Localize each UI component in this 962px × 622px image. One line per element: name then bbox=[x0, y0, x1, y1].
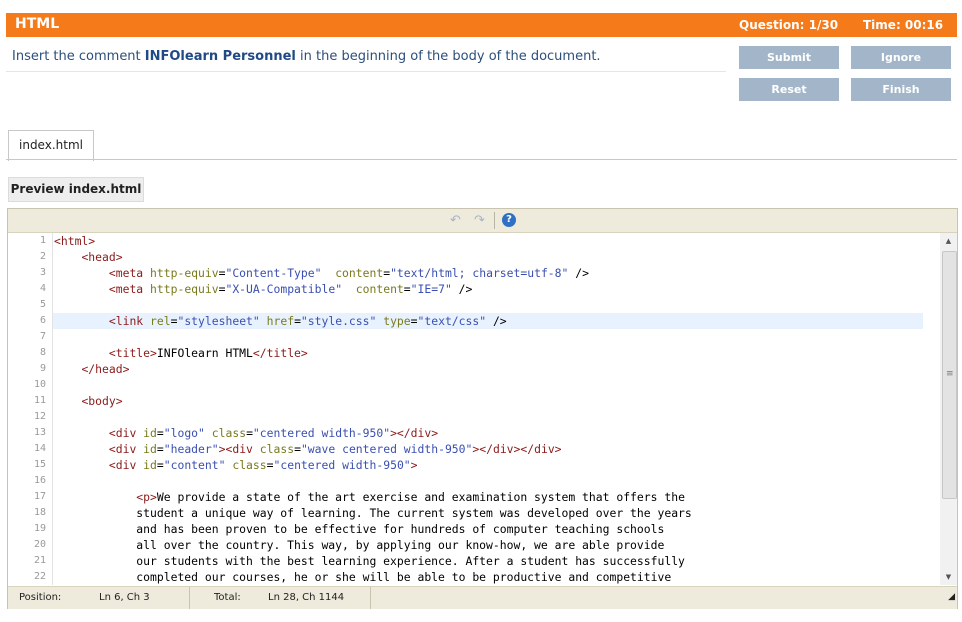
line-number: 9 bbox=[39, 363, 46, 374]
total-label: Total: bbox=[214, 592, 241, 603]
toolbar-separator bbox=[494, 212, 495, 229]
code-line[interactable] bbox=[53, 473, 938, 489]
code-editor: ↶ ↷ ? 1 2 3 4 5 6 7 8 9 10 11 12 13 14 15 16 17 18 19 20 21 2… bbox=[7, 208, 958, 609]
code-line[interactable]: our students with the best learning expe… bbox=[53, 553, 938, 569]
finish-button[interactable]: Finish bbox=[851, 78, 951, 101]
divider bbox=[6, 71, 726, 72]
position-label: Position: bbox=[19, 592, 62, 603]
scroll-down-icon[interactable]: ▼ bbox=[940, 569, 957, 585]
grip-icon: ≡ bbox=[946, 369, 954, 379]
line-number: 8 bbox=[39, 347, 46, 358]
preview-button[interactable]: Preview index.html bbox=[8, 177, 144, 202]
line-number: 19 bbox=[33, 523, 46, 534]
line-number: 10 bbox=[33, 379, 46, 390]
status-bar: Position: Ln 6, Ch 3 Total: Ln 28, Ch 11… bbox=[8, 586, 957, 609]
line-number: 17 bbox=[33, 491, 46, 502]
code-line[interactable]: <div id="content" class="centered width-… bbox=[53, 457, 938, 473]
code-line[interactable] bbox=[53, 297, 938, 313]
code-area[interactable]: 1 2 3 4 5 6 7 8 9 10 11 12 13 14 15 16 17 18 19 20 21 22 <htm… bbox=[8, 233, 938, 585]
line-number: 5 bbox=[39, 299, 46, 310]
code-line[interactable]: <div id="header"><div class="wave center… bbox=[53, 441, 938, 457]
code-line[interactable]: <meta http-equiv="X-UA-Compatible" conte… bbox=[53, 281, 938, 297]
line-number: 16 bbox=[33, 475, 46, 486]
line-number: 3 bbox=[39, 267, 46, 278]
instruction-prefix: Insert the comment bbox=[12, 49, 145, 64]
scroll-thumb[interactable]: ≡ bbox=[942, 251, 957, 499]
line-number-gutter: 1 2 3 4 5 6 7 8 9 10 11 12 13 14 15 16 17 18 19 20 21 22 bbox=[8, 233, 52, 585]
code-line[interactable] bbox=[53, 377, 938, 393]
position-value: Ln 6, Ch 3 bbox=[99, 592, 150, 603]
submit-button[interactable]: Submit bbox=[739, 46, 839, 69]
code-line[interactable]: all over the country. This way, by apply… bbox=[53, 537, 938, 553]
line-number: 12 bbox=[33, 411, 46, 422]
line-number: 7 bbox=[39, 331, 46, 342]
code-line[interactable] bbox=[53, 409, 938, 425]
code-line[interactable] bbox=[53, 329, 938, 345]
tab-index-html[interactable]: index.html bbox=[8, 130, 94, 161]
code-line[interactable]: <body> bbox=[53, 393, 938, 409]
reset-button[interactable]: Reset bbox=[739, 78, 839, 101]
code-line[interactable]: <html> bbox=[53, 233, 938, 249]
code-line[interactable]: <meta http-equiv="Content-Type" content=… bbox=[53, 265, 938, 281]
code-line[interactable]: <head> bbox=[53, 249, 938, 265]
tab-strip-line bbox=[6, 159, 957, 160]
header-bar: HTML Question: 1/30 Time: 00:16 bbox=[6, 13, 957, 37]
status-divider bbox=[189, 587, 190, 609]
ignore-button[interactable]: Ignore bbox=[851, 46, 951, 69]
editor-toolbar: ↶ ↷ ? bbox=[8, 209, 957, 233]
code-lines[interactable]: <html> <head> <meta http-equiv="Content-… bbox=[52, 233, 938, 585]
line-number: 1 bbox=[39, 235, 46, 246]
app-title: HTML bbox=[15, 16, 60, 32]
line-number: 11 bbox=[33, 395, 46, 406]
code-line[interactable]: <p>We provide a state of the art exercis… bbox=[53, 489, 938, 505]
code-line[interactable]: student a unique way of learning. The cu… bbox=[53, 505, 938, 521]
line-number: 13 bbox=[33, 427, 46, 438]
instruction-text: Insert the comment INFOlearn Personnel i… bbox=[12, 49, 601, 64]
code-line[interactable]: and has been proven to be effective for … bbox=[53, 521, 938, 537]
scroll-up-icon[interactable]: ▲ bbox=[940, 233, 957, 249]
status-divider bbox=[370, 587, 371, 609]
line-number: 4 bbox=[39, 283, 46, 294]
line-number: 14 bbox=[33, 443, 46, 454]
code-line[interactable]: <link rel="stylesheet" href="style.css" … bbox=[53, 313, 923, 329]
timer: Time: 00:16 bbox=[863, 18, 944, 32]
line-number: 18 bbox=[33, 507, 46, 518]
help-icon[interactable]: ? bbox=[502, 213, 516, 227]
vertical-scrollbar[interactable]: ▲ ≡ ▼ bbox=[940, 233, 957, 585]
resize-handle-icon[interactable]: ◢ bbox=[948, 592, 955, 607]
instruction-highlight: INFOlearn Personnel bbox=[144, 49, 296, 64]
line-number: 15 bbox=[33, 459, 46, 470]
line-number: 20 bbox=[33, 539, 46, 550]
line-number: 2 bbox=[39, 251, 46, 262]
line-number: 6 bbox=[39, 315, 46, 326]
instruction-suffix: in the beginning of the body of the docu… bbox=[295, 49, 601, 64]
question-counter: Question: 1/30 bbox=[739, 18, 839, 32]
total-value: Ln 28, Ch 1144 bbox=[268, 592, 345, 603]
code-line[interactable]: <div id="logo" class="centered width-950… bbox=[53, 425, 938, 441]
code-line[interactable]: <title>INFOlearn HTML</title> bbox=[53, 345, 938, 361]
code-line[interactable]: </head> bbox=[53, 361, 938, 377]
line-number: 22 bbox=[33, 571, 46, 582]
undo-icon[interactable]: ↶ bbox=[450, 213, 461, 228]
code-line[interactable]: completed our courses, he or she will be… bbox=[53, 569, 938, 585]
line-number: 21 bbox=[33, 555, 46, 566]
redo-icon[interactable]: ↷ bbox=[474, 213, 485, 228]
